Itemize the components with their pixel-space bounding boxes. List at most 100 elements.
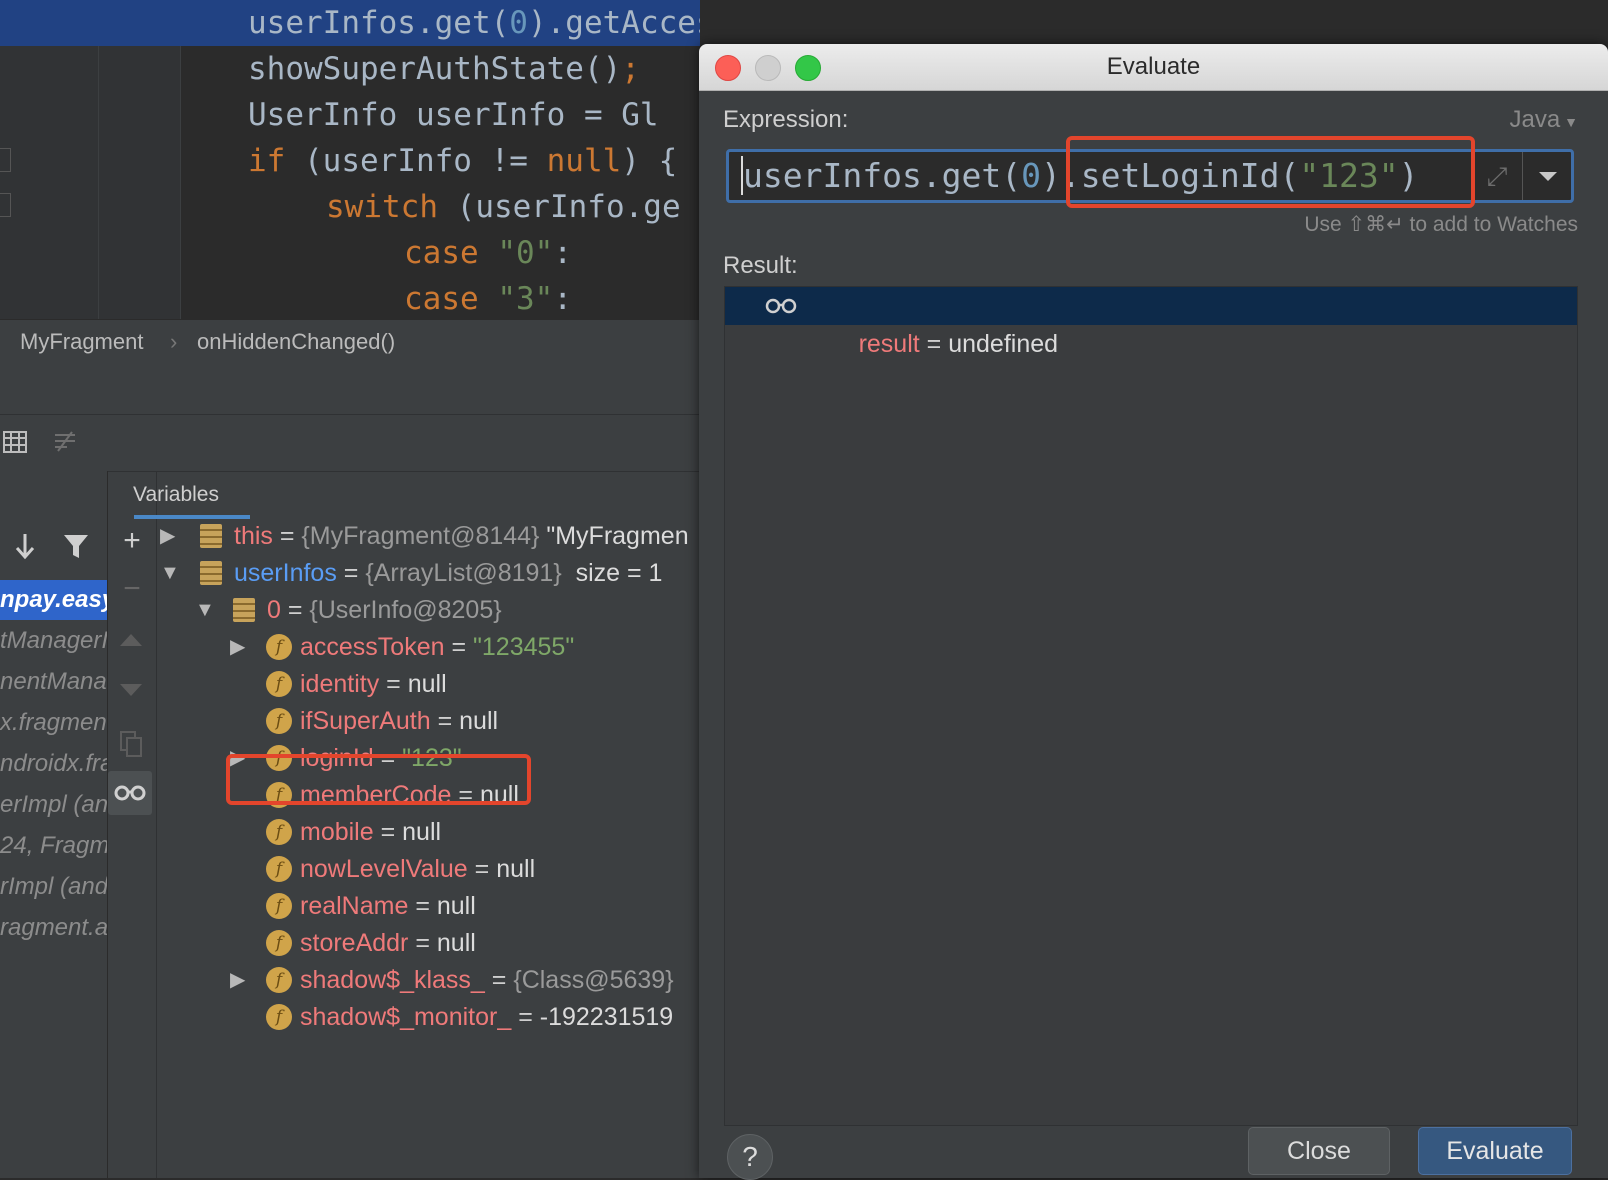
variable-name: this bbox=[234, 522, 273, 550]
variable-row[interactable]: ▼ 0 = {UserInfo@8205} bbox=[0, 592, 700, 628]
code-token: "3" bbox=[497, 281, 554, 317]
add-to-watches-hint: Use ⇧⌘↵ to add to Watches bbox=[1304, 213, 1578, 236]
variable-row[interactable]: f identity = null bbox=[0, 666, 700, 702]
field-icon: f bbox=[266, 1004, 292, 1030]
code-text: UserInfo userInfo = Gl bbox=[248, 92, 659, 138]
breadcrumb-class[interactable]: MyFragment bbox=[20, 320, 143, 364]
variable-value: "123455" bbox=[473, 633, 575, 661]
variable-equals: = bbox=[336, 559, 366, 587]
code-token: 0 bbox=[509, 5, 528, 41]
field-icon: f bbox=[266, 819, 292, 845]
variable-text: identity = null bbox=[300, 666, 447, 702]
expression-token: userInfos.get( bbox=[743, 156, 1022, 195]
variable-value: {Class@5639} bbox=[513, 966, 674, 994]
breadcrumb-method[interactable]: onHiddenChanged() bbox=[197, 320, 395, 364]
code-text: switch (userInfo.ge bbox=[326, 184, 681, 230]
variable-row[interactable]: f nowLevelValue = null bbox=[0, 851, 700, 887]
variable-value: {UserInfo@8205} bbox=[309, 596, 502, 624]
code-line-current[interactable]: userInfos.get(0).getAccessToken(); userI… bbox=[0, 0, 700, 46]
tree-collapsed-icon[interactable]: ▶ bbox=[230, 970, 248, 990]
dialog-titlebar[interactable]: Evaluate bbox=[699, 44, 1608, 91]
code-token: (userInfo != bbox=[304, 143, 547, 179]
variable-text: shadow$_klass_ = {Class@5639} bbox=[300, 962, 674, 998]
variable-row[interactable]: ▼ userInfos = {ArrayList@8191} size = 1 bbox=[0, 555, 700, 591]
table-icon[interactable] bbox=[2, 429, 28, 455]
variable-text: 0 = {UserInfo@8205} bbox=[267, 592, 502, 628]
result-row[interactable]: result = undefined bbox=[725, 287, 1577, 358]
variable-name: ifSuperAuth bbox=[300, 707, 431, 735]
variable-equals: = bbox=[430, 707, 460, 735]
variable-row[interactable]: f storeAddr = null bbox=[0, 925, 700, 961]
variable-name: accessToken bbox=[300, 633, 445, 661]
tree-collapsed-icon[interactable]: ▶ bbox=[160, 526, 178, 546]
expand-icon[interactable]: ⤢ bbox=[1473, 152, 1521, 200]
result-equals: = bbox=[919, 330, 949, 358]
tree-expanded-icon[interactable]: ▼ bbox=[195, 600, 215, 620]
variable-text: accessToken = "123455" bbox=[300, 629, 574, 665]
code-token: "0" bbox=[497, 235, 554, 271]
field-icon: f bbox=[266, 930, 292, 956]
tree-collapsed-icon[interactable]: ▶ bbox=[230, 637, 248, 657]
variable-equals: = bbox=[272, 522, 302, 550]
code-text: showSuperAuthState(); bbox=[248, 46, 640, 92]
variable-value: size = 1 bbox=[575, 559, 663, 587]
variable-name: shadow$_klass_ bbox=[300, 966, 485, 994]
language-select[interactable]: Java ▼ bbox=[1510, 106, 1578, 134]
variable-name: identity bbox=[300, 670, 380, 698]
variable-text: this = {MyFragment@8144} "MyFragmen bbox=[234, 518, 689, 554]
tree-expanded-icon[interactable]: ▼ bbox=[160, 563, 180, 583]
field-icon: f bbox=[266, 708, 292, 734]
history-dropdown-button[interactable] bbox=[1522, 152, 1571, 200]
code-editor[interactable]: userInfos.get(0).getAccessToken(); userI… bbox=[0, 0, 700, 319]
variable-value: {MyFragment@8144} bbox=[301, 522, 547, 550]
loginid-highlight-box bbox=[226, 754, 531, 805]
dialog-title: Evaluate bbox=[1106, 53, 1201, 80]
code-token: ).getAccessToken() bbox=[527, 5, 700, 41]
evaluate-list-icon[interactable] bbox=[52, 429, 78, 455]
variable-row[interactable]: f realName = null bbox=[0, 888, 700, 924]
close-button[interactable]: Close bbox=[1248, 1127, 1390, 1175]
variable-text: nowLevelValue = null bbox=[300, 851, 535, 887]
code-text: case "0": bbox=[404, 230, 572, 276]
variable-name: shadow$_monitor_ bbox=[300, 1003, 512, 1031]
field-icon: f bbox=[266, 671, 292, 697]
tab-variables[interactable]: Variables bbox=[108, 471, 700, 519]
variable-value: null bbox=[402, 818, 442, 846]
variable-value: null bbox=[459, 707, 499, 735]
variable-equals: = bbox=[280, 596, 310, 624]
variable-equals: = bbox=[467, 855, 497, 883]
variable-text: userInfos = {ArrayList@8191} size = 1 bbox=[234, 555, 662, 591]
code-text: case "3": bbox=[404, 276, 572, 319]
variable-value: {ArrayList@8191} bbox=[365, 559, 576, 587]
variable-row[interactable]: f ifSuperAuth = null bbox=[0, 703, 700, 739]
breadcrumb-separator: › bbox=[170, 329, 178, 354]
field-icon: f bbox=[266, 634, 292, 660]
variable-value: null bbox=[436, 929, 476, 957]
variable-equals: = bbox=[484, 966, 514, 994]
variable-value: null bbox=[436, 892, 476, 920]
editor-gutter bbox=[0, 0, 181, 319]
fold-marker[interactable] bbox=[0, 193, 11, 217]
code-token: ; bbox=[621, 51, 640, 87]
variable-row[interactable]: ▶ f accessToken = "123455" bbox=[0, 629, 700, 665]
code-token: UserInfo userInfo = Gl bbox=[248, 97, 659, 133]
result-value: undefined bbox=[948, 330, 1059, 358]
variable-name: mobile bbox=[300, 818, 374, 846]
field-icon: f bbox=[266, 893, 292, 919]
variable-equals: = bbox=[408, 892, 437, 920]
variable-value: -192231519 bbox=[539, 1003, 674, 1031]
debug-toolbar bbox=[0, 414, 700, 472]
variable-equals: = bbox=[379, 670, 408, 698]
code-token: showSuperAuthState() bbox=[248, 51, 622, 87]
variable-name: nowLevelValue bbox=[300, 855, 468, 883]
variable-row[interactable]: f mobile = null bbox=[0, 814, 700, 850]
variable-row[interactable]: ▶ f shadow$_klass_ = {Class@5639} bbox=[0, 962, 700, 998]
variable-row[interactable]: ▶ this = {MyFragment@8144} "MyFragmen bbox=[0, 518, 700, 554]
variable-value: "MyFragmen bbox=[546, 522, 689, 550]
evaluate-button[interactable]: Evaluate bbox=[1418, 1127, 1572, 1175]
variable-row[interactable]: f shadow$_monitor_ = -192231519 bbox=[0, 999, 700, 1035]
help-button[interactable]: ? bbox=[727, 1134, 773, 1180]
variable-equals: = bbox=[408, 929, 437, 957]
breadcrumb: MyFragment › onHiddenChanged() bbox=[0, 319, 700, 364]
fold-marker[interactable] bbox=[0, 148, 11, 172]
